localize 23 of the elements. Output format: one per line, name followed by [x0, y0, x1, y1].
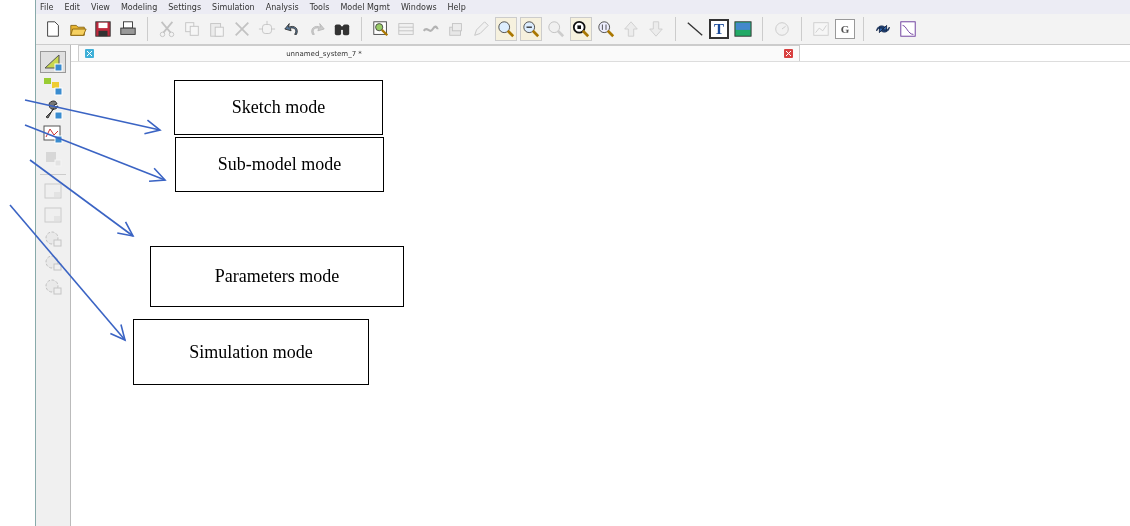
- zoom-icon[interactable]: [495, 17, 517, 41]
- menu-item[interactable]: Analysis: [265, 2, 299, 12]
- menu-item[interactable]: Simulation: [212, 2, 255, 12]
- zoom-out-icon[interactable]: [520, 17, 542, 41]
- callout-box: Sub-model mode: [175, 137, 384, 192]
- diagram-icon: [85, 49, 94, 58]
- sketch-mode-icon[interactable]: [40, 51, 66, 73]
- menu-item[interactable]: Settings: [168, 2, 202, 12]
- menu-item[interactable]: Tools: [309, 2, 330, 12]
- callout-box: Sketch mode: [174, 80, 383, 135]
- zoom-fit-icon[interactable]: [570, 17, 592, 41]
- menu-item[interactable]: File: [40, 2, 54, 12]
- callout-box: Simulation mode: [133, 319, 369, 385]
- menu-item[interactable]: Edit: [64, 2, 80, 12]
- close-icon[interactable]: [784, 49, 793, 58]
- menu-item[interactable]: Model Mgmt: [340, 2, 390, 12]
- menu-item[interactable]: Help: [447, 2, 466, 12]
- text-tool-button[interactable]: T: [709, 19, 729, 39]
- menu-item[interactable]: Modeling: [120, 2, 158, 12]
- simulation-mode-icon[interactable]: [40, 123, 66, 145]
- callout-box: Parameters mode: [150, 246, 404, 307]
- menu-item[interactable]: View: [90, 2, 110, 12]
- menu-item[interactable]: Windows: [400, 2, 437, 12]
